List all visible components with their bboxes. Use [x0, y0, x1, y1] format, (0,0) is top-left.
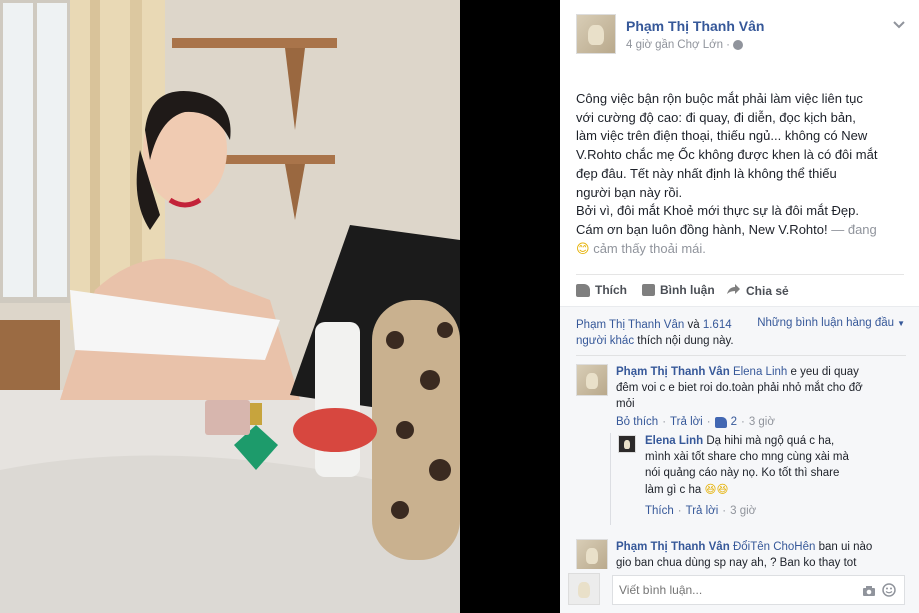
- likes-suffix: thích nội dung này.: [637, 335, 734, 347]
- post-location[interactable]: Chợ Lớn: [677, 39, 723, 51]
- reply-line: mình xài tốt share cho mng cùng xài mà: [645, 451, 849, 463]
- feeling-text: cảm thấy thoải mái.: [593, 240, 706, 256]
- comment-mention[interactable]: ĐổiTên ChoHên: [733, 541, 815, 553]
- separator: ·: [677, 505, 682, 517]
- feeling-prefix: — đang: [831, 221, 877, 237]
- laughing-emoji-icon: 😆😆: [704, 482, 729, 496]
- liker-name[interactable]: Phạm Thị Thanh Vân: [576, 319, 684, 331]
- comment-button[interactable]: Bình luận: [642, 283, 715, 297]
- share-icon: [726, 283, 741, 298]
- likes-summary: Phạm Thị Thanh Vân và 1.614 người khác t…: [576, 317, 756, 349]
- comment-input-box[interactable]: [612, 575, 905, 605]
- reply-time[interactable]: 3 giờ: [730, 505, 756, 517]
- emoji-icon[interactable]: [882, 583, 896, 602]
- post-header: Phạm Thị Thanh Vân 4 giờ gần Chợ Lớn ·: [576, 14, 906, 56]
- separator: ·: [722, 505, 727, 517]
- comment-mention[interactable]: Elena Linh: [733, 366, 787, 378]
- comment-line: e yeu di quay: [790, 366, 859, 378]
- share-button[interactable]: Chia sẻ: [726, 283, 789, 298]
- photo-viewer-background: [460, 0, 560, 613]
- chevron-down-icon[interactable]: [892, 18, 906, 30]
- body-line: Bởi vì, đôi mắt Khoẻ mới thực sự là đôi …: [576, 203, 860, 219]
- comments-section: Phạm Thị Thanh Vân và 1.614 người khác t…: [560, 306, 919, 613]
- body-line: V.Rohto chắc mẹ Ốc không được khen là có…: [576, 147, 878, 163]
- comment-line: ban ui nào: [818, 541, 873, 553]
- body-line: với cường độ cao: đi quay, đi diễn, đọc …: [576, 109, 856, 125]
- reply-text: Elena Linh Dạ hihi mà ngộ quá c ha, mình…: [645, 433, 905, 498]
- commenter-avatar[interactable]: [576, 539, 608, 569]
- comment-text: Phạm Thị Thanh Vân Elena Linh e yeu di q…: [616, 364, 906, 412]
- photo-illustration: [0, 0, 460, 613]
- reply-button[interactable]: Trả lời: [670, 416, 703, 428]
- body-line: Cám ơn bạn luôn đồng hành, New V.Rohto!: [576, 221, 828, 237]
- comment-composer: [560, 569, 919, 613]
- author-avatar[interactable]: [576, 14, 616, 54]
- viewer-avatar: [568, 573, 600, 605]
- post-side-panel: Phạm Thị Thanh Vân 4 giờ gần Chợ Lớn · C…: [560, 0, 919, 613]
- share-label: Chia sẻ: [746, 283, 789, 298]
- comment-line: đêm voi c e biet roi do.toàn phải nhỏ mắ…: [616, 382, 863, 394]
- body-line: làm việc trên điện thoại, thiếu ngủ... k…: [576, 128, 868, 144]
- comment-like-count[interactable]: 2: [731, 416, 737, 428]
- comment-line: gio ban chua dùng sp nay ah, ? Ban ko th…: [616, 557, 857, 569]
- comment-time[interactable]: 3 giờ: [749, 416, 775, 428]
- reply-avatar[interactable]: [618, 435, 636, 453]
- comment-item: Phạm Thị Thanh Vân ĐổiTên ChoHên ban ui …: [576, 539, 906, 569]
- smile-emoji-icon: 😊: [576, 241, 590, 257]
- post-meta: 4 giờ gần Chợ Lớn ·: [626, 39, 743, 51]
- author-name[interactable]: Phạm Thị Thanh Vân: [626, 18, 764, 34]
- thumbs-up-icon: [714, 416, 727, 428]
- post-photo[interactable]: [0, 0, 460, 613]
- unlike-button[interactable]: Bỏ thích: [616, 416, 658, 428]
- globe-icon[interactable]: [732, 40, 743, 50]
- thumbs-up-icon: [576, 283, 590, 297]
- comment-label: Bình luận: [660, 283, 715, 297]
- body-line-with-feeling: Cám ơn bạn luôn đồng hành, New V.Rohto! …: [576, 221, 911, 240]
- reply-line: Dạ hihi mà ngộ quá c ha,: [706, 435, 835, 447]
- body-line: người bạn này rồi.: [576, 184, 683, 200]
- reply-author[interactable]: Elena Linh: [645, 435, 703, 447]
- post-body: Công việc bận rộn buộc mắt phải làm việc…: [576, 90, 911, 259]
- reply-reply-button[interactable]: Trả lời: [686, 505, 719, 517]
- reply-thread: Elena Linh Dạ hihi mà ngộ quá c ha, mình…: [610, 433, 906, 525]
- separator: ·: [740, 416, 745, 428]
- comment-actions: Bỏ thích · Trả lời · 2 · 3 giờ: [616, 416, 775, 428]
- location-prefix: gần: [655, 39, 675, 51]
- comment-icon: [642, 284, 655, 296]
- commenter-name[interactable]: Phạm Thị Thanh Vân: [616, 541, 730, 553]
- body-line: đẹp đâu. Tết này nhất định là không thể …: [576, 165, 837, 181]
- separator: ·: [662, 416, 667, 428]
- feeling-line: 😊 cảm thấy thoải mái.: [576, 240, 911, 260]
- likes-and: và: [687, 319, 700, 331]
- sort-chevron-icon: ▼: [897, 318, 905, 328]
- comment-sort-label: Những bình luận hàng đầu: [757, 317, 895, 329]
- body-line: Công việc bận rộn buộc mắt phải làm việc…: [576, 91, 863, 106]
- dot-separator: ·: [726, 39, 730, 51]
- like-label: Thích: [595, 283, 627, 297]
- comment-input[interactable]: [619, 581, 839, 599]
- action-bar: Thích Bình luận Chia sẻ: [576, 274, 904, 306]
- comment-sort-dropdown[interactable]: Những bình luận hàng đầu ▼: [757, 317, 905, 329]
- reply-actions: Thích · Trả lời · 3 giờ: [645, 505, 756, 517]
- divider: [576, 355, 906, 356]
- comment-text: Phạm Thị Thanh Vân ĐổiTên ChoHên ban ui …: [616, 539, 906, 569]
- like-button[interactable]: Thích: [576, 283, 627, 297]
- camera-icon[interactable]: [862, 584, 876, 602]
- comment-line: mỏi: [616, 398, 635, 410]
- post-time[interactable]: 4 giờ: [626, 39, 652, 51]
- commenter-name[interactable]: Phạm Thị Thanh Vân: [616, 366, 730, 378]
- reply-line: nói quảng cáo này nọ. Ko tốt thì share: [645, 467, 840, 479]
- commenter-avatar[interactable]: [576, 364, 608, 396]
- reply-line: làm gì c ha: [645, 484, 702, 496]
- reply-like-button[interactable]: Thích: [645, 505, 674, 517]
- separator: ·: [706, 416, 711, 428]
